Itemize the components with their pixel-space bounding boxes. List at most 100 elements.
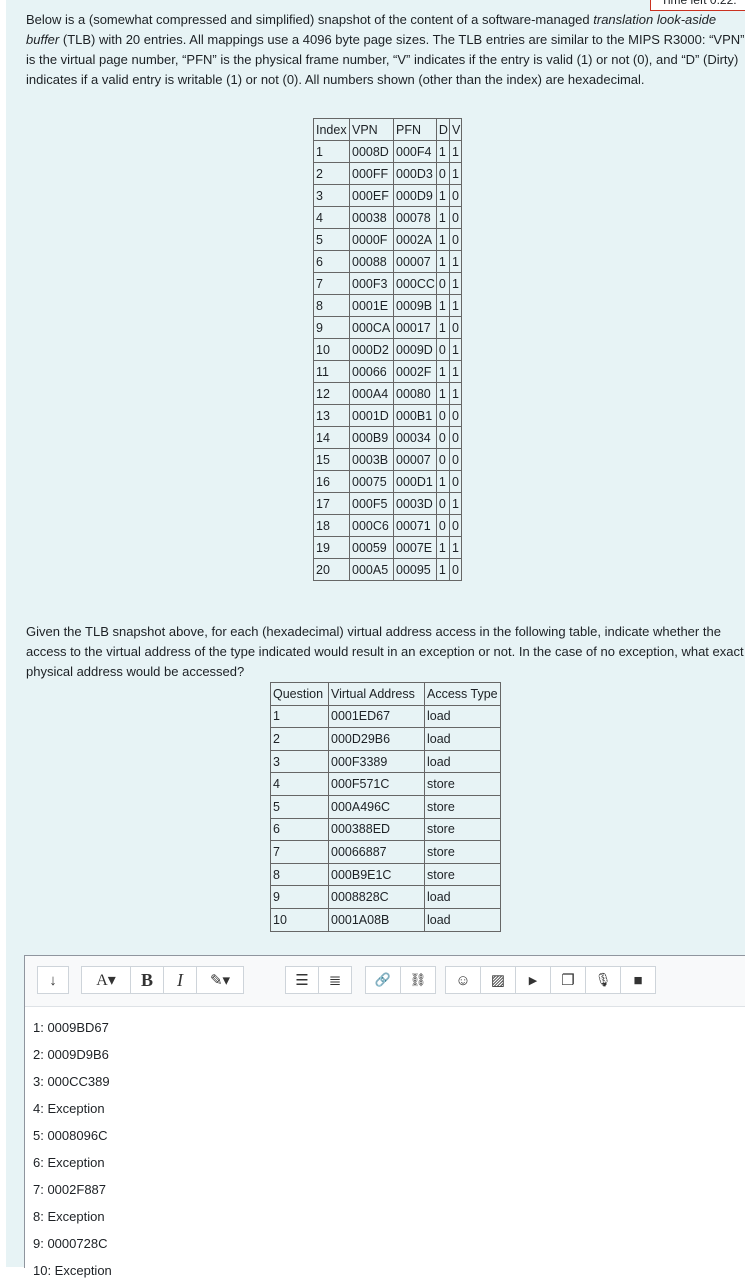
table-cell: load [424, 704, 501, 729]
answer-line-4: 4: Exception [33, 1101, 105, 1116]
image-icon: ▨ [490, 972, 506, 989]
table-cell: 0000F [349, 228, 394, 251]
table-cell: 0007E [393, 536, 437, 559]
ordered-list-button[interactable]: ≣ [318, 966, 352, 994]
table-cell: 0001ED67 [328, 704, 425, 729]
tlb-row: 1 0008D 000F4 1 1 [313, 140, 463, 163]
tlb-row: 20 000A5 00095 1 0 [313, 558, 463, 581]
record-video-button[interactable]: ■ [620, 966, 656, 994]
question-row: 2 000D29B6 load [270, 727, 501, 751]
header-row: Index VPN PFN D V [313, 118, 463, 141]
table-cell: 8 [270, 862, 329, 887]
table-cell: 2 [270, 727, 329, 751]
media-button[interactable]: ▶ [515, 966, 551, 994]
image-button[interactable]: ▨ [480, 966, 516, 994]
table-cell: 1 [435, 294, 450, 317]
column-header: VPN [349, 118, 394, 141]
editor-content[interactable]: 1: 0009BD67 2: 0009D9B6 3: 000CC389 4: E… [25, 1007, 745, 1278]
table-cell: 20 [313, 558, 350, 581]
answer-line-6: 6: Exception [33, 1155, 105, 1170]
collapse-button[interactable]: ↓ [37, 966, 69, 994]
table-cell: 6 [313, 250, 350, 273]
answer-line-7: 7: 0002F887 [33, 1182, 107, 1197]
link-button[interactable]: 🔗 [365, 966, 401, 994]
table-cell: 11 [313, 360, 350, 383]
table-cell: 3 [313, 184, 350, 207]
table-cell: 000388ED [328, 817, 425, 842]
bold-button[interactable]: B [130, 966, 164, 994]
table-cell: 6 [270, 817, 329, 842]
tlb-row: 10 000D2 0009D 0 1 [313, 338, 463, 361]
table-cell: 1 [435, 228, 450, 251]
unlink-button[interactable]: ⛓ [400, 966, 436, 994]
answer-editor[interactable]: ↓ A▾ B I ✎▾ ☰ ≣ 🔗 ⛓ ☺ ▨ ▶ ❐ 🎙 ■ 1: 0009B… [24, 955, 745, 1278]
table-cell: 000A496C [328, 794, 425, 819]
table-cell: 00080 [393, 382, 437, 405]
emoji-button[interactable]: ☺ [445, 966, 481, 994]
table-cell: 1 [435, 536, 450, 559]
table-cell: 0002F [393, 360, 437, 383]
answer-line-3: 3: 000CC389 [33, 1074, 110, 1089]
table-cell: 1 [448, 360, 463, 383]
question-row: 8 000B9E1C store [270, 862, 501, 887]
font-style-button[interactable]: A▾ [81, 966, 131, 994]
unordered-list-button[interactable]: ☰ [285, 966, 319, 994]
table-cell: 1 [435, 184, 450, 207]
files-icon: ❐ [561, 972, 575, 989]
table-cell: 16 [313, 470, 350, 493]
table-cell: 000B9 [349, 426, 394, 449]
font-icon: A▾ [96, 972, 116, 989]
question-row: 6 000388ED store [270, 817, 501, 842]
manage-files-button[interactable]: ❐ [550, 966, 586, 994]
table-cell: 000B1 [393, 404, 437, 427]
table-cell: 1 [435, 250, 450, 273]
table-cell: 0 [435, 492, 450, 515]
table-cell: 1 [270, 704, 329, 729]
question-row: 10 0001A08B load [270, 907, 501, 932]
question-row: 1 0001ED67 load [270, 704, 501, 729]
table-cell: 000F5 [349, 492, 394, 515]
table-cell: 0001D [349, 404, 394, 427]
table-cell: 00038 [349, 206, 394, 229]
table-cell: 00095 [393, 558, 437, 581]
tlb-row: 14 000B9 00034 0 0 [313, 426, 463, 449]
editor-toolbar: ↓ A▾ B I ✎▾ ☰ ≣ 🔗 ⛓ ☺ ▨ ▶ ❐ 🎙 ■ [25, 956, 745, 1007]
table-cell: 00007 [393, 448, 437, 471]
table-cell: 000CC [393, 272, 437, 295]
table-cell: 0009B [393, 294, 437, 317]
tlb-row: 16 00075 000D1 1 0 [313, 470, 463, 493]
table-cell: store [424, 840, 501, 864]
record-audio-button[interactable]: 🎙 [585, 966, 621, 994]
table-cell: 4 [313, 206, 350, 229]
table-cell: 0 [448, 558, 463, 581]
table-cell: 19 [313, 536, 350, 559]
table-cell: 000A4 [349, 382, 394, 405]
italic-button[interactable]: I [163, 966, 197, 994]
table-cell: 00088 [349, 250, 394, 273]
table-cell: load [424, 749, 501, 774]
answer-line-8: 8: Exception [33, 1209, 105, 1224]
table-cell: store [424, 862, 501, 887]
answer-line-2: 2: 0009D9B6 [33, 1047, 109, 1062]
table-cell: 5 [313, 228, 350, 251]
table-cell: store [424, 772, 501, 796]
table-cell: 00066887 [328, 840, 425, 864]
table-cell: 17 [313, 492, 350, 515]
question-row: 4 000F571C store [270, 772, 501, 796]
table-cell: 1 [448, 162, 463, 185]
font-color-button[interactable]: ✎▾ [196, 966, 244, 994]
table-cell: 000C6 [349, 514, 394, 537]
table-cell: 0 [448, 206, 463, 229]
tlb-row: 18 000C6 00071 0 0 [313, 514, 463, 537]
table-cell: 000F3389 [328, 749, 425, 774]
list-ol-icon: ≣ [328, 972, 342, 989]
table-cell: 0003B [349, 448, 394, 471]
arrow-down-icon: ↓ [49, 971, 57, 989]
table-cell: 1 [448, 272, 463, 295]
table-cell: 00059 [349, 536, 394, 559]
table-cell: 00017 [393, 316, 437, 339]
table-cell: 000D9 [393, 184, 437, 207]
table-cell: 0 [448, 316, 463, 339]
tlb-row: 17 000F5 0003D 0 1 [313, 492, 463, 515]
table-cell: 8 [313, 294, 350, 317]
